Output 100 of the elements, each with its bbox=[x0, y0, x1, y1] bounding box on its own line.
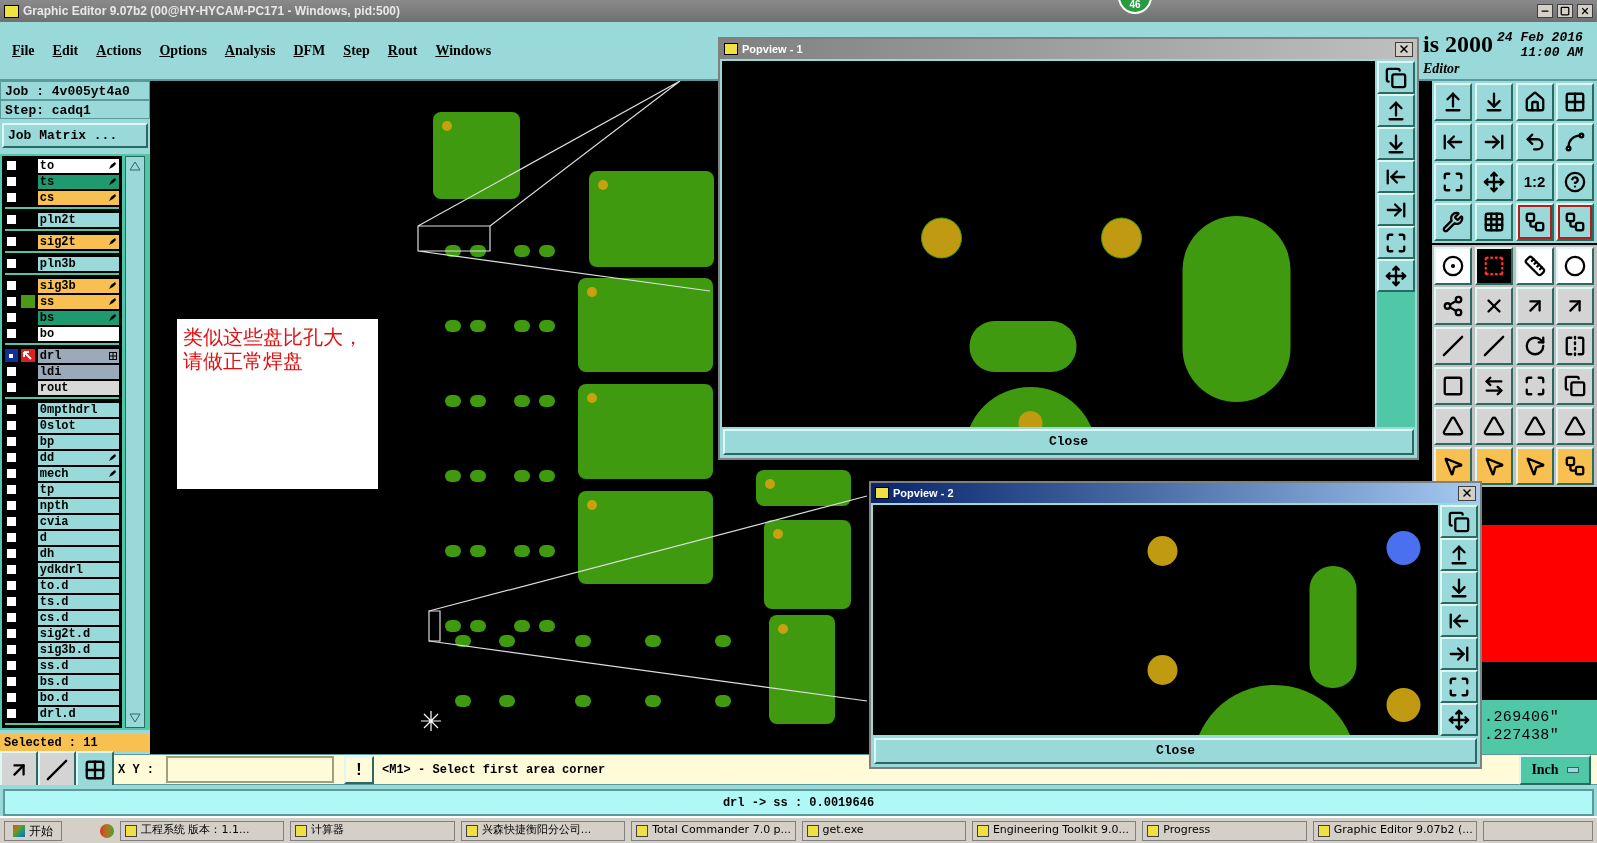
confirm-button[interactable]: ! bbox=[344, 755, 374, 784]
layer-row[interactable]: pln2t bbox=[5, 212, 119, 227]
expand-button[interactable] bbox=[1377, 226, 1415, 259]
layer-row[interactable]: mech bbox=[5, 466, 119, 481]
taskbar-item[interactable]: 计算器 bbox=[290, 820, 455, 841]
move-button[interactable] bbox=[1377, 259, 1415, 292]
layer-checkbox[interactable] bbox=[5, 403, 18, 416]
arrow-diagonal-button[interactable] bbox=[1556, 287, 1595, 325]
layer-row[interactable]: ss bbox=[5, 294, 119, 309]
move-button[interactable] bbox=[1474, 163, 1513, 201]
pointer-button[interactable] bbox=[1474, 447, 1513, 485]
layer-row[interactable]: rout bbox=[5, 380, 119, 395]
layer-row[interactable]: d bbox=[5, 530, 119, 545]
squares-button[interactable] bbox=[1556, 367, 1595, 405]
layer-checkbox[interactable] bbox=[5, 213, 18, 226]
layer-checkbox[interactable] bbox=[5, 451, 18, 464]
nodes-button[interactable] bbox=[1434, 287, 1472, 325]
arrow-down-button[interactable] bbox=[1440, 571, 1478, 604]
layer-name-cell[interactable]: pln3b bbox=[37, 256, 119, 271]
close-button[interactable]: Close bbox=[723, 429, 1414, 455]
layer-name-cell[interactable]: sig2t bbox=[37, 234, 119, 249]
flip-button[interactable] bbox=[1556, 327, 1595, 365]
circuit-button[interactable] bbox=[1556, 203, 1595, 241]
layer-name-cell[interactable]: sig3b.d bbox=[37, 642, 119, 657]
taskbar-item[interactable]: 工程系统 版本：1.1... bbox=[120, 820, 285, 841]
layer-row[interactable]: 0slot bbox=[5, 418, 119, 433]
arrow-left-button[interactable] bbox=[1440, 604, 1478, 637]
layer-checkbox[interactable] bbox=[5, 563, 18, 576]
layer-name-cell[interactable]: d bbox=[37, 530, 119, 545]
layer-name-cell[interactable]: cs.d bbox=[37, 610, 119, 625]
expand-button[interactable] bbox=[1434, 163, 1472, 201]
layer-checkbox[interactable] bbox=[5, 191, 18, 204]
taskbar-item[interactable]: 兴森快捷衡阳分公司... bbox=[460, 820, 626, 841]
house-button[interactable] bbox=[1515, 83, 1554, 121]
arrow-down-button[interactable] bbox=[1474, 83, 1513, 121]
layer-checkbox[interactable] bbox=[5, 349, 18, 362]
layer-name-cell[interactable]: pln2t bbox=[37, 212, 119, 227]
layer-checkbox[interactable] bbox=[5, 419, 18, 432]
layer-name-cell[interactable]: bo bbox=[37, 326, 119, 341]
layer-name-cell[interactable]: drl.d bbox=[37, 706, 119, 721]
layer-row[interactable]: tp bbox=[5, 482, 119, 497]
scrollbar[interactable] bbox=[125, 156, 145, 728]
layer-checkbox[interactable] bbox=[5, 531, 18, 544]
menu-item[interactable]: DFM bbox=[293, 40, 326, 61]
layer-row[interactable]: ts bbox=[5, 174, 119, 189]
layer-checkbox[interactable] bbox=[5, 515, 18, 528]
layer-name-cell[interactable]: drl bbox=[37, 348, 119, 363]
copy-button[interactable] bbox=[1440, 505, 1478, 538]
layer-row[interactable]: bs.d bbox=[5, 674, 119, 689]
layer-checkbox[interactable] bbox=[5, 311, 18, 324]
layer-row[interactable]: ldi bbox=[5, 364, 119, 379]
layer-row[interactable]: ss.d bbox=[5, 658, 119, 673]
layer-checkbox[interactable] bbox=[5, 595, 18, 608]
expand-button[interactable] bbox=[1440, 670, 1478, 703]
layer-row[interactable]: cs bbox=[5, 190, 119, 205]
layer-name-cell[interactable]: ldi bbox=[37, 364, 119, 379]
layer-row[interactable]: bo bbox=[5, 326, 119, 341]
layer-name-cell[interactable]: to bbox=[37, 158, 119, 173]
layer-name-cell[interactable]: sig2t.d bbox=[37, 626, 119, 641]
layer-checkbox[interactable] bbox=[5, 295, 18, 308]
arrow-diagonal-button[interactable] bbox=[1515, 287, 1554, 325]
layer-name-cell[interactable]: cvia bbox=[37, 514, 119, 529]
layer-name-cell[interactable]: bo.d bbox=[37, 690, 119, 705]
layer-row[interactable]: pln3b bbox=[5, 256, 119, 271]
layer-name-cell[interactable]: mech bbox=[37, 466, 119, 481]
layer-checkbox[interactable] bbox=[5, 691, 18, 704]
copy-button[interactable] bbox=[1377, 61, 1415, 94]
arrow-down-button[interactable] bbox=[1377, 127, 1415, 160]
layer-checkbox[interactable] bbox=[5, 257, 18, 270]
layer-row[interactable]: ydkdrl bbox=[5, 562, 119, 577]
layer-checkbox[interactable] bbox=[5, 659, 18, 672]
triangle-button[interactable] bbox=[1474, 407, 1513, 445]
layer-checkbox[interactable] bbox=[5, 675, 18, 688]
layer-name-cell[interactable]: bs bbox=[37, 310, 119, 325]
arrow-up-button[interactable] bbox=[1440, 538, 1478, 571]
layer-checkbox[interactable] bbox=[5, 547, 18, 560]
arrow-left-button[interactable] bbox=[1434, 123, 1472, 161]
cross-button[interactable] bbox=[1474, 287, 1513, 325]
layer-row[interactable]: bo.d bbox=[5, 690, 119, 705]
menu-item[interactable]: Options bbox=[159, 40, 207, 61]
layer-checkbox[interactable] bbox=[5, 327, 18, 340]
circle-dot-button[interactable] bbox=[1434, 247, 1472, 285]
layer-checkbox[interactable] bbox=[5, 611, 18, 624]
circle-button[interactable] bbox=[1556, 247, 1595, 285]
spline-button[interactable] bbox=[1556, 123, 1595, 161]
layer-name-cell[interactable]: ydkdrl bbox=[37, 562, 119, 577]
layer-row[interactable]: bs bbox=[5, 310, 119, 325]
taskbar-item[interactable]: Total Commander 7.0 p... bbox=[631, 820, 796, 841]
layer-row[interactable]: dd bbox=[5, 450, 119, 465]
layer-row[interactable]: sig3b.d bbox=[5, 642, 119, 657]
grid-button[interactable] bbox=[1474, 203, 1513, 241]
layer-row[interactable]: dh bbox=[5, 546, 119, 561]
layer-row[interactable]: cs.d bbox=[5, 610, 119, 625]
layer-row[interactable]: sig2t bbox=[5, 234, 119, 249]
start-button[interactable]: 开始 bbox=[4, 820, 62, 841]
layer-name-cell[interactable]: 0mpthdrl bbox=[37, 402, 119, 417]
layer-checkbox[interactable] bbox=[5, 159, 18, 172]
pointer-button[interactable] bbox=[1515, 447, 1554, 485]
wrench-button[interactable] bbox=[1434, 203, 1472, 241]
layer-row[interactable]: cvia bbox=[5, 514, 119, 529]
